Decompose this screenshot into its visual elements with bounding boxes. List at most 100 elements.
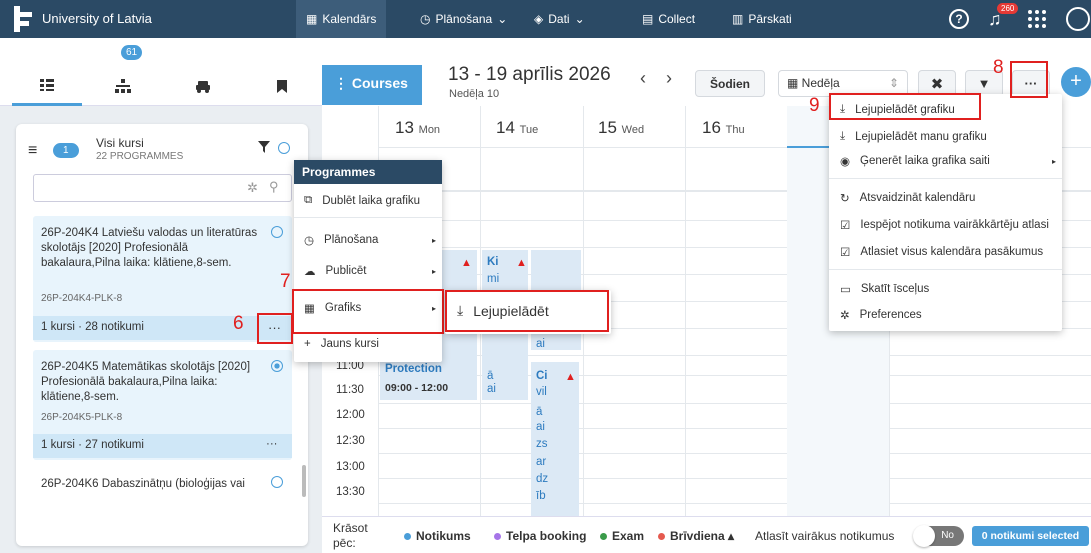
legend-label: Exam	[612, 529, 645, 543]
event-title: ā	[536, 406, 543, 418]
menu-item-publish[interactable]: ☁ Publicēt ▸	[294, 264, 442, 278]
add-button[interactable]: +	[1061, 67, 1091, 97]
nav-collect-label: Collect	[658, 12, 696, 26]
nav-data[interactable]: ◈ Dati ⌄	[524, 0, 595, 38]
legend-brivdiena[interactable]: Brīvdiena ▴	[658, 529, 734, 543]
chevron-up-icon: ▴	[728, 529, 735, 543]
today-button[interactable]: Šodien	[695, 70, 765, 97]
plus-icon: +	[304, 338, 311, 350]
calendar-icon: ▦	[306, 12, 318, 26]
menu-item-refresh[interactable]: ↻ Atsvaidzināt kalendāru	[829, 191, 975, 205]
event-title: ar	[536, 456, 547, 468]
menu-item-multi-select[interactable]: ☑ Iespējot notikuma vairākkārtēju atlasi	[829, 218, 1049, 232]
menu-item-label: Atsvaidzināt kalendāru	[859, 192, 976, 204]
help-icon[interactable]: ?	[949, 9, 969, 29]
left-panel-tabs: 61	[0, 38, 322, 106]
chevron-down-icon: ⌄	[497, 12, 508, 26]
menu-item-duplicate[interactable]: ⧉ Dublēt laika grafiku	[294, 194, 420, 207]
globe-icon: ◉	[840, 156, 851, 168]
courses-label[interactable]: ⋮ Courses	[322, 65, 422, 105]
time-label: 12:00	[336, 409, 365, 421]
highlight-box-7	[292, 289, 444, 334]
event-time: 09:00 - 12:00	[385, 382, 449, 394]
day-header-thu[interactable]: 16 Thu	[702, 118, 745, 138]
settings-icon[interactable]: ✲	[247, 180, 258, 196]
next-week-button[interactable]: ›	[666, 68, 672, 89]
tab-count-badge: 61	[121, 45, 143, 60]
day-name: Thu	[725, 124, 745, 136]
menu-item-planning[interactable]: ◷ Plānošana ▸	[294, 233, 442, 247]
list-item[interactable]: 26P-204K4 Latviešu valodas un literatūra…	[33, 216, 292, 342]
app-logo-icon[interactable]	[14, 6, 36, 32]
hamburger-menu-icon[interactable]: ≡	[28, 142, 37, 160]
course-item-stats: 1 kursi · 27 notikumi	[41, 439, 144, 451]
layers-icon: ◈	[534, 12, 544, 26]
color-by-label: Krāsot pēc:	[333, 521, 368, 550]
app-brand[interactable]: University of Latvia	[42, 11, 152, 26]
scrollbar[interactable]	[302, 465, 306, 497]
nav-collect[interactable]: ▤ Collect	[632, 0, 705, 38]
day-header-wed[interactable]: 15 Wed	[598, 118, 644, 138]
legend-telpa-booking[interactable]: Telpa booking	[494, 529, 586, 543]
course-item-radio[interactable]	[271, 360, 283, 372]
course-item-more-button[interactable]: ···	[266, 438, 278, 450]
annotation-number: 6	[233, 313, 244, 334]
search-icon[interactable]: ⚲	[269, 179, 279, 195]
course-item-radio[interactable]	[271, 226, 283, 238]
course-item-footer: 1 kursi · 27 notikumi ···	[33, 434, 292, 458]
top-navigation-bar: University of Latvia ▦ Kalendārs ◷ Plānoša…	[0, 0, 1091, 38]
highlight-box-9	[829, 93, 981, 120]
calendar-event[interactable]: ā ai	[482, 362, 528, 400]
course-search-field[interactable]	[40, 175, 240, 199]
menu-item-new-course[interactable]: + Jauns kursi	[294, 338, 379, 350]
event-title: īb	[536, 490, 546, 502]
list-view-icon[interactable]	[40, 79, 54, 91]
menu-item-shortcuts[interactable]: ▭ Skatīt īsceļus	[829, 282, 929, 296]
bookmark-icon[interactable]	[277, 80, 287, 93]
nav-reports[interactable]: ▥ Pārskati	[722, 0, 802, 38]
apps-grid-icon[interactable]	[1027, 9, 1047, 29]
day-header-tue[interactable]: 14 Tue	[496, 118, 538, 138]
course-item-radio[interactable]	[271, 476, 283, 488]
nav-calendar[interactable]: ▦ Kalendārs	[296, 0, 387, 38]
menu-item-preferences[interactable]: ✲ Preferences	[829, 308, 922, 322]
event-title: ai	[487, 383, 496, 395]
legend-notikums[interactable]: Notikums	[404, 529, 471, 543]
nav-planning[interactable]: ◷ Plānošana ⌄	[410, 0, 517, 38]
course-item-code: 26P-204K5-PLK-8	[41, 412, 123, 423]
day-number: 14	[496, 118, 515, 137]
toggle-knob[interactable]	[913, 525, 935, 547]
chevron-down-icon: ⌄	[574, 12, 585, 26]
annotation-number: 9	[809, 95, 820, 116]
refresh-icon: ↻	[840, 193, 850, 205]
calendar-event[interactable]: Ci ▲ vil ā ai zs ar dz īb	[531, 362, 579, 516]
select-all-radio[interactable]	[278, 142, 290, 154]
annotation-number: 8	[993, 57, 1004, 78]
courses-label-text: Courses	[351, 75, 408, 91]
filter-icon[interactable]	[258, 141, 270, 153]
menu-item-download-my-schedule[interactable]: ⤓ Lejupielādēt manu grafiku	[829, 130, 987, 143]
course-search-input[interactable]: ✲ ⚲	[33, 174, 292, 202]
day-header-mon[interactable]: 13 Mon	[395, 118, 440, 138]
legend-exam[interactable]: Exam	[600, 529, 644, 543]
menu-item-generate-link[interactable]: ◉ Ģenerēt laika grafika saiti ▸	[829, 154, 1062, 168]
warning-icon: ▲	[461, 257, 472, 269]
list-item[interactable]: 26P-204K5 Matemātikas skolotājs [2020] P…	[33, 350, 292, 460]
event-title: ai	[536, 338, 545, 350]
date-range: 13 - 19 aprīlis 2026	[448, 64, 611, 85]
menu-item-select-all[interactable]: ☑ Atlasiet visus kalendāra pasākumus	[829, 245, 1043, 259]
list-item[interactable]: 26P-204K6 Dabaszinātņu (bioloģijas vai	[33, 469, 292, 497]
avatar[interactable]	[1066, 7, 1090, 31]
selected-count-badge: 0 notikumi selected	[972, 526, 1089, 546]
prev-week-button[interactable]: ‹	[640, 68, 646, 89]
menu-item-label: Preferences	[859, 309, 922, 321]
notification-count-badge: 260	[997, 3, 1019, 14]
car-icon[interactable]	[195, 80, 211, 93]
hierarchy-icon[interactable]	[115, 79, 131, 93]
calendar-icon: ▦	[787, 76, 802, 90]
legend-label: Notikums	[416, 529, 471, 543]
clock-icon: ◷	[304, 235, 315, 247]
menu-divider	[829, 269, 1062, 270]
event-title: zs	[536, 438, 548, 450]
download-icon: ⤓	[840, 130, 846, 142]
